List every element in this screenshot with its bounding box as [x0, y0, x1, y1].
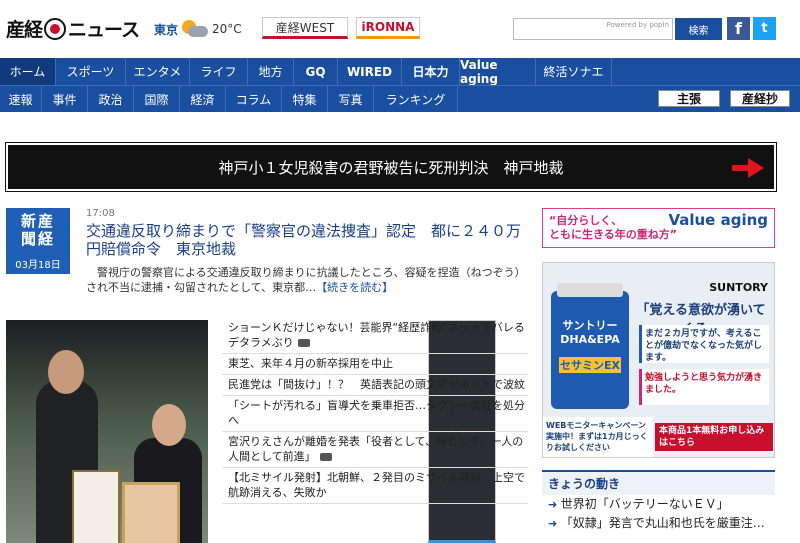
news-item-text: 東芝、来年４月の新卒採用を中止: [228, 357, 393, 370]
secondary-nav: 速報 事件 政治 国際 経済 コラム 特集 写真 ランキング 主張 産経抄: [0, 85, 800, 112]
nav-politics[interactable]: 政治: [88, 86, 134, 112]
value-aging-logo: Value aging: [668, 211, 768, 229]
twitter-icon[interactable]: t: [753, 17, 776, 40]
news-item-text: 【北ミサイル発射】北朝鮮、２発目のミサイル発射 上空で航跡消える、失敗か: [228, 471, 525, 499]
news-photo[interactable]: [6, 320, 208, 543]
news-item-text: 民進党は「間抜け」！？ 英語表記の頭文字がネットで波紋: [228, 378, 525, 391]
search-input[interactable]: Powered by popIn: [513, 18, 673, 40]
site-header: 産経 ニュース 東京 20°C 産経WEST iRONNA フォト Powere…: [0, 0, 800, 543]
nav-entame[interactable]: エンタメ: [126, 58, 190, 85]
photo-person-woman-head: [152, 404, 186, 446]
photo-person-man-head: [48, 350, 84, 394]
bottle-cap: [557, 283, 623, 297]
ad-quote-1: まだ２カ月ですが、考えることが億劫でなくなった気がします。: [639, 325, 769, 363]
photo-portrait-frame: [122, 482, 180, 543]
video-icon: [319, 453, 332, 461]
news-item-text: ショーンＫだけじゃない！芸能界“経歴詐称”ネットでバレるデタラメぶり: [228, 321, 525, 349]
news-item[interactable]: ショーンＫだけじゃない！芸能界“経歴詐称”ネットでバレるデタラメぶり: [222, 318, 528, 354]
news-list: ショーンＫだけじゃない！芸能界“経歴詐称”ネットでバレるデタラメぶり 東芝、来年…: [222, 318, 528, 504]
bottle-sub-label: セサミンEX: [559, 357, 621, 373]
suntory-brand: SUNTORY: [709, 281, 768, 294]
value-aging-ad-text: “自分らしく、 ともに生きる年の重ね方”: [549, 214, 678, 241]
todays-trends: きょうの動き 世界初「バッテリーないＥＶ」 「奴隷」発言で丸山和也氏を厳重注…: [542, 470, 775, 533]
facebook-icon[interactable]: f: [727, 17, 750, 40]
breaking-news-banner[interactable]: 神戸小１女児殺害の君野被告に死刑判決 神戸地裁: [5, 142, 777, 192]
nav-breaking[interactable]: 速報: [0, 86, 42, 112]
site-logo[interactable]: 産経 ニュース: [6, 15, 140, 42]
nav-nipponryoku[interactable]: 日本力: [402, 58, 460, 85]
nav-life[interactable]: ライフ: [190, 58, 248, 85]
news-item[interactable]: 「シートが汚れる」盲導犬を乗車拒否…タクシー会社を処分へ: [222, 396, 528, 432]
nav-ranking[interactable]: ランキング: [374, 86, 458, 112]
search-button[interactable]: 検索: [675, 18, 722, 40]
sankei-newspaper-badge[interactable]: 新産 聞経 03月18日: [6, 208, 70, 274]
nav-wired[interactable]: WIRED: [338, 58, 402, 85]
photo-certificate: [72, 470, 120, 543]
lead-headline[interactable]: 交通違反取り締まりで「警察官の違法捜査」認定 都に２４０万円賠償命令 東京地裁: [86, 222, 526, 258]
logo-mark-icon: [44, 17, 67, 40]
trend-item[interactable]: 「奴隷」発言で丸山和也氏を厳重注…: [542, 514, 775, 533]
logo-text-left: 産経: [6, 19, 43, 41]
news-item[interactable]: 東芝、来年４月の新卒採用を中止: [222, 354, 528, 375]
news-item-text: 「シートが汚れる」盲導犬を乗車拒否…タクシー会社を処分へ: [228, 399, 525, 427]
ad-quote-2: 勉強しようと思う気力が湧きました。: [639, 369, 769, 405]
weather-widget[interactable]: 東京 20°C: [154, 20, 242, 38]
lead-timestamp: 17:08: [86, 208, 115, 219]
lead-summary: 警視庁の警察官による交通違反取り締まりに抗議したところ、容疑を捏造（ねつぞう）さ…: [86, 265, 526, 295]
arrow-right-icon: [732, 158, 764, 178]
nav-economy[interactable]: 経済: [180, 86, 226, 112]
weather-temp: 20°C: [212, 22, 242, 36]
nav-shukatsu[interactable]: 終活ソナエ: [536, 58, 612, 85]
supplement-bottle: サントリー DHA&EPA セサミンEX: [551, 283, 629, 409]
value-aging-ad[interactable]: “自分らしく、 ともに生きる年の重ね方” Value aging: [542, 208, 775, 248]
primary-nav: ホーム スポーツ エンタメ ライフ 地方 GQ WIRED 日本力 Value …: [0, 58, 800, 86]
nav-incidents[interactable]: 事件: [42, 86, 88, 112]
logo-text-right: ニュース: [68, 19, 140, 41]
suntory-ad[interactable]: SUNTORY サントリー DHA&EPA セサミンEX 「覚える意欲が湧いてく…: [542, 262, 775, 458]
nav-value-aging[interactable]: Value aging: [460, 58, 536, 86]
partly-cloudy-icon: [182, 20, 209, 38]
nav-photos[interactable]: 写真: [328, 86, 374, 112]
nav-gq[interactable]: GQ: [294, 58, 338, 85]
badge-date: 03月18日: [15, 256, 61, 271]
news-item[interactable]: 宮沢りえさんが離婚を発表「役者として、母として、一人の人間として前進」: [222, 432, 528, 468]
badge-title: 新産 聞経: [20, 212, 55, 248]
video-icon: [297, 339, 310, 347]
news-item[interactable]: 民進党は「間抜け」！？ 英語表記の頭文字がネットで波紋: [222, 375, 528, 396]
trend-item[interactable]: 世界初「バッテリーないＥＶ」: [542, 495, 775, 514]
read-more-link[interactable]: 【続きを読む】: [316, 281, 393, 294]
shucho-button[interactable]: 主張: [658, 90, 720, 107]
news-item[interactable]: 【北ミサイル発射】北朝鮮、２発目のミサイル発射 上空で航跡消える、失敗か: [222, 468, 528, 504]
nav-sports[interactable]: スポーツ: [56, 58, 126, 85]
lead-summary-text: 警視庁の警察官による交通違反取り締まりに抗議したところ、容疑を捏造（ねつぞう）さ…: [86, 266, 526, 294]
breaking-news-text: 神戸小１女児殺害の君野被告に死刑判決 神戸地裁: [218, 158, 564, 177]
link-ironna[interactable]: iRONNA: [356, 17, 420, 39]
sankeisho-button[interactable]: 産経抄: [730, 90, 790, 107]
nav-international[interactable]: 国際: [134, 86, 180, 112]
link-sankei-west[interactable]: 産経WEST: [262, 17, 348, 39]
ad-campaign-text: WEBモニターキャンペーン実施中！まずは1カ月じっくりお試しください: [543, 417, 653, 457]
nav-feature[interactable]: 特集: [282, 86, 328, 112]
bottle-label: サントリー DHA&EPA: [560, 319, 620, 346]
weather-city: 東京: [154, 22, 179, 37]
news-item-text: 宮沢りえさんが離婚を発表「役者として、母として、一人の人間として前進」: [228, 435, 524, 463]
ad-apply-button[interactable]: 本商品1本無料お申し込みはこちら: [655, 423, 773, 451]
nav-region[interactable]: 地方: [248, 58, 294, 85]
search-powered-by: Powered by popIn: [606, 21, 669, 29]
trends-title: きょうの動き: [542, 470, 775, 495]
nav-column[interactable]: コラム: [226, 86, 282, 112]
nav-home[interactable]: ホーム: [0, 58, 56, 85]
